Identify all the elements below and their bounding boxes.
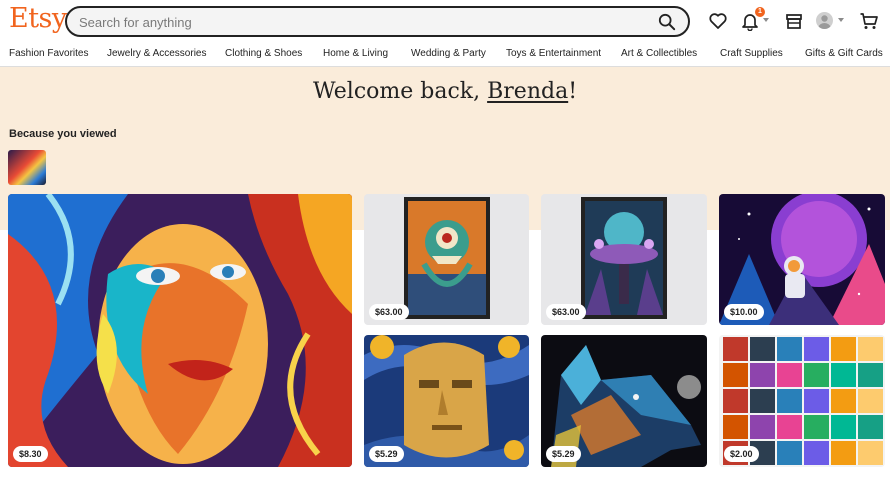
greeting-text: Welcome back, xyxy=(312,79,488,104)
price-tag: $8.30 xyxy=(13,446,48,462)
user-name-link[interactable]: Brenda xyxy=(487,79,568,104)
notification-badge: 1 xyxy=(755,7,765,17)
search-icon[interactable] xyxy=(658,13,676,31)
avatar[interactable] xyxy=(816,12,833,29)
listing-card[interactable]: $10.00 xyxy=(719,194,885,325)
nav-item-jewelry[interactable]: Jewelry & Accessories xyxy=(107,48,206,59)
listing-card[interactable]: $5.29 xyxy=(541,335,707,467)
nav-item-art[interactable]: Art & Collectibles xyxy=(621,48,697,59)
listing-card[interactable]: $5.29 xyxy=(364,335,529,467)
chevron-down-icon[interactable] xyxy=(838,18,844,22)
listing-card[interactable]: $8.30 xyxy=(8,194,352,467)
listing-card[interactable]: $63.00 xyxy=(364,194,529,325)
viewed-item-thumbnail[interactable] xyxy=(8,150,46,185)
nav-item-gifts[interactable]: Gifts & Gift Cards xyxy=(805,48,883,59)
heart-icon[interactable] xyxy=(708,11,728,31)
greeting-punct: ! xyxy=(568,79,578,104)
price-tag: $63.00 xyxy=(546,304,586,320)
nav-item-clothing[interactable]: Clothing & Shoes xyxy=(225,48,302,59)
section-heading: Because you viewed xyxy=(9,128,117,140)
listing-image xyxy=(8,194,352,467)
shop-icon[interactable] xyxy=(784,11,804,31)
search-input[interactable] xyxy=(79,12,639,32)
price-tag: $5.29 xyxy=(369,446,404,462)
user-icon xyxy=(818,15,831,29)
nav-item-home-living[interactable]: Home & Living xyxy=(323,48,388,59)
etsy-logo[interactable]: Etsy xyxy=(9,3,67,34)
nav-item-toys[interactable]: Toys & Entertainment xyxy=(506,48,601,59)
chevron-down-icon[interactable] xyxy=(763,18,769,22)
nav-item-fashion-favorites[interactable]: Fashion Favorites xyxy=(9,48,88,59)
page-title: Welcome back, Brenda! xyxy=(0,79,890,104)
category-nav: Fashion Favorites Jewelry & Accessories … xyxy=(0,42,890,67)
cart-icon[interactable] xyxy=(859,11,879,31)
nav-item-wedding[interactable]: Wedding & Party xyxy=(411,48,486,59)
search-bar[interactable] xyxy=(65,6,690,37)
listing-card[interactable]: $2.00 xyxy=(719,335,885,467)
listing-card[interactable]: $63.00 xyxy=(541,194,707,325)
nav-item-craft[interactable]: Craft Supplies xyxy=(720,48,783,59)
price-tag: $5.29 xyxy=(546,446,581,462)
price-tag: $10.00 xyxy=(724,304,764,320)
header: Etsy 1 xyxy=(0,0,890,42)
price-tag: $63.00 xyxy=(369,304,409,320)
price-tag: $2.00 xyxy=(724,446,759,462)
